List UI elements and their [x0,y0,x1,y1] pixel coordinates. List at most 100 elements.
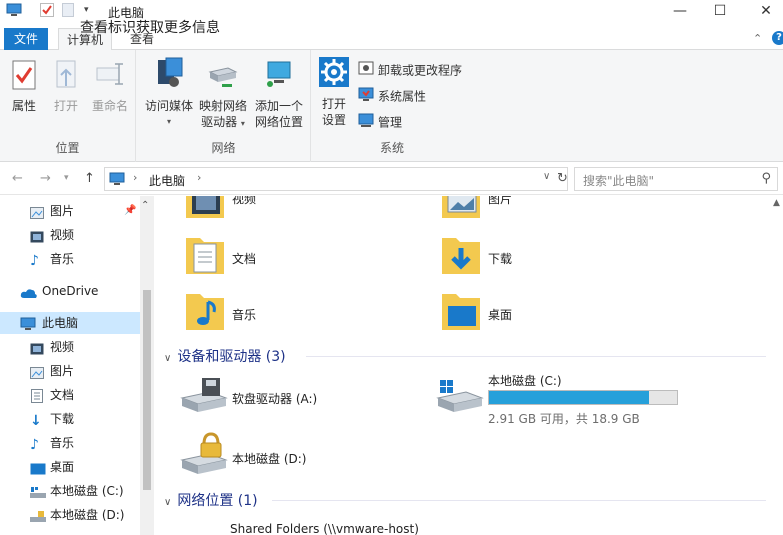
manage-button[interactable]: 管理 [358,112,402,132]
devices-section-header[interactable]: ∨ 设备和驱动器 (3) [164,346,286,366]
open-label: 打开 [53,99,78,113]
computer-icon [20,316,36,338]
recent-dropdown-icon[interactable]: ▾ [64,173,69,183]
ribbon: 属性 打开 重命名 位置 访问媒体 ▾ 映射网络 驱动器 ▾ 添加一个 网络位置… [0,50,783,162]
nav-label: 视频 [50,340,75,354]
access-media-button[interactable]: 访问媒体 ▾ [143,56,195,130]
nav-item-music[interactable]: ♪ 音乐 [0,432,140,454]
breadcrumb-separator-icon[interactable]: › [133,171,137,184]
windows-drive-icon [30,484,46,506]
folder-label: 视频 [232,196,257,206]
forward-arrow-icon[interactable]: → [40,171,51,186]
close-button[interactable]: ✕ [752,2,780,20]
collapse-chevron-icon[interactable]: ∨ [164,353,171,364]
back-arrow-icon[interactable]: ← [12,171,23,186]
folder-label: 桌面 [488,308,513,322]
properties-icon [6,60,42,94]
open-settings-label-2: 设置 [321,113,346,127]
desktop-icon [30,460,46,482]
pin-icon[interactable]: 📌 [124,200,136,222]
collapse-ribbon-icon[interactable]: ⌃ [753,32,762,45]
add-network-location-button[interactable]: 添加一个 网络位置 [251,56,307,130]
open-icon [48,60,84,94]
nav-scrollbar-thumb[interactable] [143,290,151,490]
network-drive-icon [197,56,249,94]
tooltip: 查看标识获取更多信息 [80,20,220,36]
uninstall-button[interactable]: 卸载或更改程序 [358,60,462,80]
search-icon[interactable]: ⚲ [761,171,771,186]
maximize-button[interactable]: ☐ [706,2,734,20]
ribbon-group-network-label: 网络 [211,141,236,155]
content-scroll-up-icon[interactable]: ▲ [773,198,780,208]
ribbon-group-system-label: 系统 [379,141,404,155]
folder-label: 下载 [488,252,513,266]
rename-icon [90,60,130,94]
nav-item-drive-c[interactable]: 本地磁盘 (C:) [0,480,140,502]
search-box[interactable]: 搜索"此电脑" ⚲ [574,167,778,191]
nav-item-pictures-quick[interactable]: 图片 📌 [0,200,140,222]
nav-item-music-quick[interactable]: ♪ 音乐 [0,248,140,270]
address-computer-icon [109,172,125,189]
nav-item-this-pc[interactable]: 此电脑 [0,312,140,334]
nav-item-desktop[interactable]: 桌面 [0,456,140,478]
navigation-bar: ← → ▾ ↑ › 此电脑 › ∨ ↻ 搜索"此电脑" ⚲ [0,163,783,195]
nav-label: 桌面 [50,460,75,474]
address-bar[interactable]: › 此电脑 › ∨ ↻ [104,167,568,191]
up-arrow-icon[interactable]: ↑ [84,171,95,186]
open-settings-button[interactable]: 打开 设置 [316,56,352,128]
nav-item-videos-quick[interactable]: 视频 [0,224,140,246]
computer-icon[interactable] [6,3,22,20]
map-network-drive-button[interactable]: 映射网络 驱动器 ▾ [197,56,249,132]
checkmark-icon[interactable] [40,3,54,20]
nav-item-pictures[interactable]: 图片 [0,360,140,382]
floppy-drive-label: 软盘驱动器 (A:) [232,392,318,406]
d-drive-label: 本地磁盘 (D:) [232,452,307,466]
blank-page-icon[interactable] [62,3,74,20]
videos-icon [30,228,44,250]
content-scrollbar[interactable] [771,196,783,535]
pictures-icon [30,204,44,226]
network-header-label: 网络位置 (1) [177,493,258,509]
map-drive-label-1: 映射网络 [198,99,247,113]
folder-label: 图片 [488,196,513,206]
section-divider [272,500,766,501]
open-button[interactable]: 打开 [48,60,84,114]
breadcrumb-this-pc[interactable]: 此电脑 [149,172,185,189]
minimize-button[interactable]: — [666,2,694,20]
breadcrumb-chevron-icon[interactable]: › [197,171,201,184]
c-drive-label: 本地磁盘 (C:) [488,374,562,388]
collapse-chevron-icon[interactable]: ∨ [164,497,171,508]
properties-label: 属性 [11,99,36,113]
videos-icon [30,340,44,362]
help-icon[interactable]: ? [772,31,783,45]
c-drive-usage-fill [489,391,649,404]
tab-file[interactable]: 文件 [4,28,48,50]
desktop-folder-icon [442,292,480,335]
properties-button[interactable]: 属性 [6,60,42,114]
content-pane: 视频 图片 文档 下载 音乐 桌面 ∨ 设备和驱动器 (3) 软盘驱动器 (A:… [156,196,771,535]
address-dropdown-icon[interactable]: ∨ [543,171,550,182]
quick-access-dropdown-icon[interactable]: ▾ [84,5,89,15]
uninstall-label: 卸载或更改程序 [378,63,463,78]
music-icon: ♪ [30,437,39,453]
nav-label: 音乐 [50,436,75,450]
ribbon-group-system: 打开 设置 卸载或更改程序 系统属性 管理 系统 [312,50,472,162]
nav-item-downloads[interactable]: ↓ 下载 [0,408,140,430]
refresh-icon[interactable]: ↻ [557,171,568,186]
nav-item-documents[interactable]: 文档 [0,384,140,406]
nav-item-videos[interactable]: 视频 [0,336,140,358]
nav-item-drive-d[interactable]: 本地磁盘 (D:) [0,504,140,526]
pictures-folder-icon [442,196,480,221]
manage-icon [358,112,374,134]
rename-label: 重命名 [91,99,128,113]
nav-scroll-up-icon[interactable]: ⌃ [141,200,149,211]
nav-label: OneDrive [42,284,99,298]
ribbon-group-location: 属性 打开 重命名 位置 [0,50,136,162]
nav-label: 图片 [50,204,75,218]
cloud-icon [20,284,38,306]
network-section-header[interactable]: ∨ 网络位置 (1) [164,490,258,510]
nav-item-onedrive[interactable]: OneDrive [0,280,140,302]
rename-button[interactable]: 重命名 [90,60,130,114]
system-properties-button[interactable]: 系统属性 [358,86,426,106]
nav-label: 视频 [50,228,75,242]
